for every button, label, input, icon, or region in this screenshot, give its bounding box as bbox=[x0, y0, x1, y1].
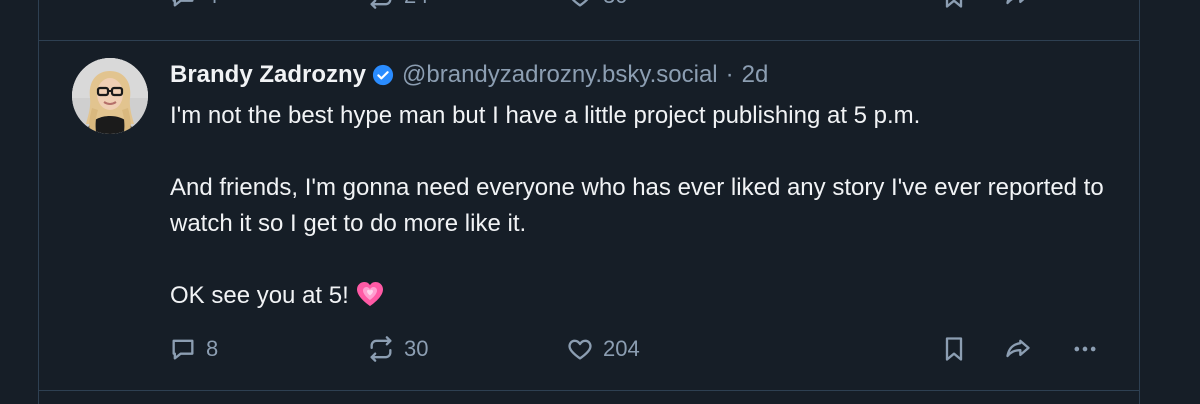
previous-post-actions: 4 24 30 bbox=[39, 0, 1139, 12]
separator-dot: · bbox=[725, 61, 734, 88]
share-button[interactable] bbox=[1003, 335, 1033, 363]
share-arrow-icon bbox=[1003, 335, 1033, 363]
post-text: I'm not the best hype man but I have a l… bbox=[170, 98, 1110, 319]
post-paragraph-last: OK see you at 5! bbox=[170, 278, 1110, 319]
prev-reply-button[interactable]: 4 bbox=[169, 0, 218, 10]
user-handle[interactable]: @brandyzadrozny.bsky.social bbox=[402, 59, 718, 91]
repost-count: 30 bbox=[404, 336, 429, 361]
prev-reply-count: 4 bbox=[206, 0, 218, 9]
repost-icon bbox=[367, 0, 395, 10]
previous-post[interactable]: 4 24 30 bbox=[39, 0, 1139, 41]
prev-like-button[interactable]: 30 bbox=[566, 0, 627, 10]
prev-repost-button[interactable]: 24 bbox=[367, 0, 428, 10]
feed-column: 4 24 30 bbox=[38, 0, 1140, 404]
repost-arrows-icon bbox=[367, 335, 395, 363]
avatar[interactable] bbox=[72, 58, 148, 134]
bookmark-button[interactable] bbox=[940, 335, 968, 363]
prev-repost-count: 24 bbox=[404, 0, 428, 9]
post-timestamp[interactable]: 2d bbox=[742, 59, 769, 91]
post-header: Brandy Zadrozny @brandyzadrozny.bsky.soc… bbox=[170, 59, 768, 91]
verified-check-badge-icon[interactable] bbox=[372, 64, 394, 86]
heart-outline-icon bbox=[566, 0, 594, 10]
repost-button[interactable]: 30 bbox=[367, 335, 428, 363]
prev-more-button[interactable] bbox=[1071, 0, 1099, 10]
bookmark-icon bbox=[940, 335, 968, 363]
heart-outline-icon bbox=[566, 335, 594, 363]
reply-icon bbox=[169, 0, 197, 10]
share-arrow-icon bbox=[1003, 0, 1033, 10]
reply-count: 8 bbox=[206, 336, 219, 361]
ellipsis-icon bbox=[1071, 0, 1099, 10]
like-count: 204 bbox=[603, 336, 640, 361]
speech-bubble-icon bbox=[169, 335, 197, 363]
post-actions: 8 30 204 bbox=[39, 331, 1139, 367]
bookmark-icon bbox=[940, 0, 968, 10]
post-paragraph: I'm not the best hype man but I have a l… bbox=[170, 102, 921, 129]
ellipsis-icon bbox=[1071, 335, 1099, 363]
prev-like-count: 30 bbox=[603, 0, 627, 9]
prev-share-button[interactable] bbox=[1003, 0, 1033, 10]
prev-bookmark-button[interactable] bbox=[940, 0, 968, 10]
post-paragraph: And friends, I'm gonna need everyone who… bbox=[170, 174, 1104, 237]
like-button[interactable]: 204 bbox=[566, 335, 640, 363]
post-paragraph-text: OK see you at 5! bbox=[170, 282, 349, 309]
reply-button[interactable]: 8 bbox=[169, 335, 218, 363]
display-name[interactable]: Brandy Zadrozny bbox=[170, 59, 366, 91]
post[interactable]: Brandy Zadrozny @brandyzadrozny.bsky.soc… bbox=[39, 41, 1139, 391]
more-options-button[interactable] bbox=[1071, 335, 1099, 363]
growing-heart-emoji-icon bbox=[355, 280, 385, 319]
